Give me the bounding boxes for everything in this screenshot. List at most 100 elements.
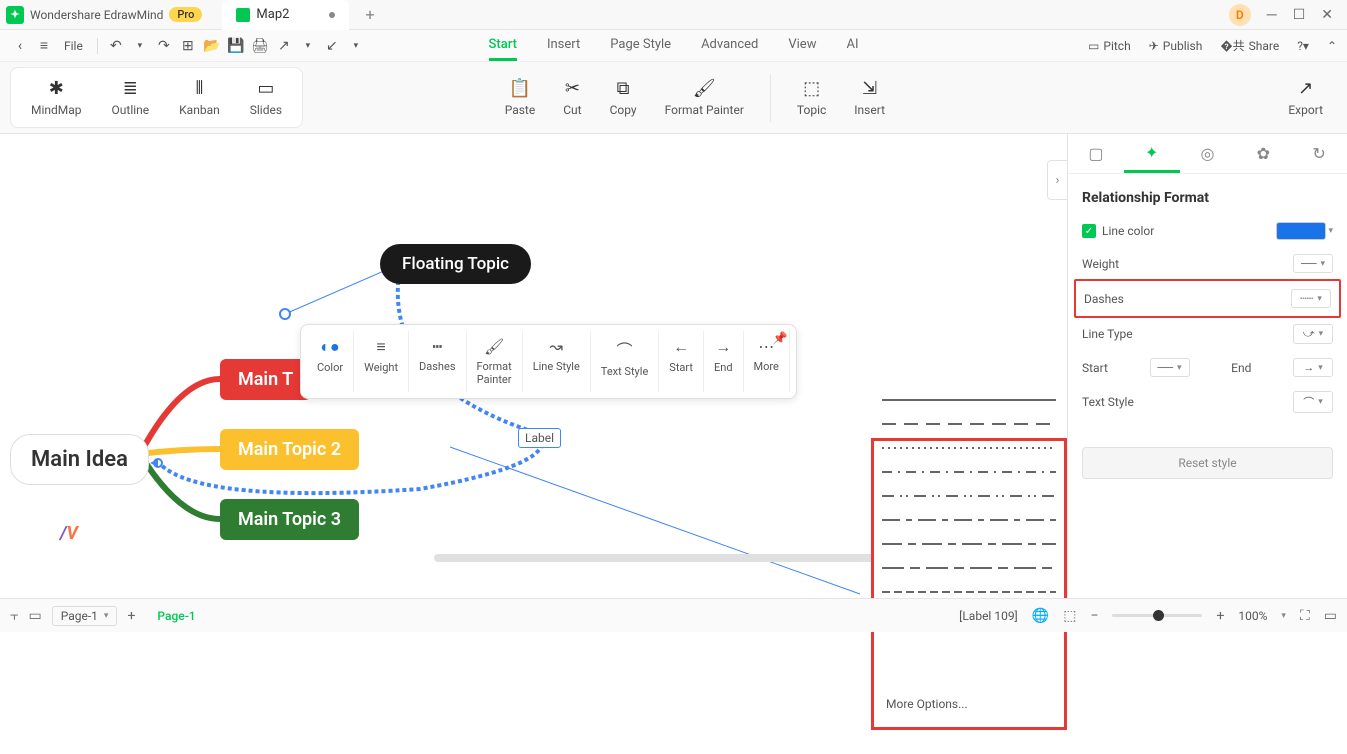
main-idea-node[interactable]: Main Idea	[10, 434, 149, 485]
share-button[interactable]: �共 Share	[1220, 37, 1279, 54]
line-color-swatch[interactable]	[1276, 222, 1326, 240]
tab-start[interactable]: Start	[489, 31, 517, 61]
dashes-dropdown[interactable]: ┄┄ ▾	[1291, 289, 1331, 308]
doc-title: Map2	[256, 7, 289, 22]
import-icon[interactable]: ↙	[322, 36, 342, 56]
maximize-button[interactable]: ☐	[1293, 7, 1306, 23]
line-type-dropdown[interactable]: ⤻ ▾	[1293, 324, 1333, 344]
page-selector[interactable]: Page-1 ▾	[52, 606, 118, 626]
ribbon: ✱MindMap ≣Outline ⫴Kanban ▭Slides 📋Paste…	[0, 62, 1347, 134]
ft-dashes-button[interactable]: ┅Dashes	[409, 331, 466, 392]
export-qa-icon[interactable]: ↗	[274, 36, 294, 56]
ft-line-style-button[interactable]: ↝Line Style	[523, 331, 591, 392]
tab-view[interactable]: View	[788, 31, 816, 61]
zoom-out-button[interactable]: −	[1090, 608, 1098, 624]
side-tab-history[interactable]: ↻	[1291, 134, 1347, 173]
outline-toggle-icon[interactable]: ⫟	[10, 608, 18, 624]
back-icon[interactable]: ‹	[10, 36, 30, 56]
tab-ai[interactable]: AI	[846, 31, 858, 61]
side-tab-icon[interactable]: ✿	[1235, 134, 1291, 173]
collapse-ribbon-icon[interactable]: ⌃	[1327, 39, 1337, 53]
text-style-dropdown[interactable]: ⌒ ▾	[1293, 391, 1333, 413]
kanban-icon: ⫴	[196, 78, 204, 99]
save-icon[interactable]: 💾	[226, 36, 246, 56]
zoom-in-button[interactable]: +	[1216, 608, 1224, 624]
brush-icon: 🖌	[484, 337, 504, 356]
topic-1-node[interactable]: Main T	[220, 359, 311, 400]
lang-icon[interactable]: 🌐	[1032, 608, 1049, 624]
context-toolbar: ◐●Color ≡Weight ┅Dashes 🖌FormatPainter ↝…	[300, 324, 797, 399]
ft-start-button[interactable]: ←Start	[659, 331, 704, 392]
panel-title: Relationship Format	[1082, 190, 1333, 206]
print-icon[interactable]: 🖨	[250, 36, 270, 56]
copy-button[interactable]: ⧉Copy	[596, 74, 651, 121]
redo-icon[interactable]: ↷	[154, 36, 174, 56]
panel-toggle-icon[interactable]: ▭	[28, 608, 41, 624]
fullscreen-icon[interactable]: ⛶	[1300, 608, 1310, 624]
ft-weight-button[interactable]: ≡Weight	[354, 331, 409, 392]
minimize-button[interactable]: ─	[1267, 6, 1277, 23]
cut-button[interactable]: ✂Cut	[549, 74, 595, 121]
insert-button[interactable]: ⇲Insert	[840, 74, 899, 121]
ft-format-painter-button[interactable]: 🖌FormatPainter	[467, 331, 523, 392]
menu-icon[interactable]: ≡	[34, 36, 54, 56]
file-menu[interactable]: File	[58, 39, 89, 53]
side-tab-format[interactable]: ▢	[1068, 134, 1124, 173]
pin-icon[interactable]: 📌	[773, 331, 788, 345]
line-color-row: ✓ Line color ▾	[1082, 222, 1333, 240]
user-avatar[interactable]: D	[1229, 4, 1251, 26]
color-dd-icon[interactable]: ▾	[1328, 226, 1333, 236]
fit-icon[interactable]: ⬚	[1063, 608, 1076, 624]
help-button[interactable]: ?▾	[1297, 39, 1309, 53]
undo-icon[interactable]: ↶	[106, 36, 126, 56]
tab-advanced[interactable]: Advanced	[701, 31, 758, 61]
zoom-slider[interactable]	[1112, 614, 1202, 617]
weight-dropdown[interactable]: ── ▾	[1293, 254, 1333, 273]
start-arrow-icon: ←	[673, 337, 689, 357]
undo-dd-icon[interactable]: ▾	[130, 36, 150, 56]
tab-page-style[interactable]: Page Style	[610, 31, 671, 61]
ft-text-style-button[interactable]: ⌒Text Style	[591, 331, 660, 392]
new-icon[interactable]: ⊞	[178, 36, 198, 56]
outline-view-button[interactable]: ≣Outline	[98, 74, 164, 121]
export-dd-icon[interactable]: ▾	[298, 36, 318, 56]
pitch-button[interactable]: ▭ Pitch	[1088, 39, 1131, 53]
topic-button[interactable]: ⬚Topic	[783, 74, 840, 121]
publish-button[interactable]: ✈ Publish	[1149, 39, 1203, 53]
topic-2-node[interactable]: Main Topic 2	[220, 429, 359, 470]
reset-style-button[interactable]: Reset style	[1082, 447, 1333, 479]
ft-color-button[interactable]: ◐●Color	[307, 331, 354, 392]
paste-button[interactable]: 📋Paste	[491, 74, 550, 121]
doc-icon	[236, 8, 250, 22]
slides-view-button[interactable]: ▭Slides	[236, 74, 296, 121]
end-dropdown[interactable]: → ▾	[1293, 358, 1333, 377]
open-icon[interactable]: 📂	[202, 36, 222, 56]
add-tab-button[interactable]: +	[365, 5, 374, 24]
titlebar: ✦ Wondershare EdrawMind Pro Map2 + D ─ ☐…	[0, 0, 1347, 30]
side-tab-style[interactable]: ✦	[1124, 134, 1180, 173]
export-button[interactable]: ↗Export	[1274, 74, 1337, 121]
ft-end-button[interactable]: →End	[704, 331, 744, 392]
zoom-dd-icon[interactable]: ▾	[1281, 611, 1286, 621]
import-dd-icon[interactable]: ▾	[346, 36, 366, 56]
floating-topic-node[interactable]: Floating Topic	[380, 244, 531, 284]
line-color-checkbox[interactable]: ✓	[1082, 224, 1096, 238]
add-page-button[interactable]: +	[127, 608, 135, 624]
dash-option-9[interactable]	[882, 667, 1056, 691]
line-color-label: Line color	[1102, 224, 1154, 238]
tab-insert[interactable]: Insert	[547, 31, 580, 61]
document-tab[interactable]: Map2	[222, 0, 349, 30]
kanban-view-button[interactable]: ⫴Kanban	[165, 74, 234, 121]
collapse-panel-button[interactable]: ›	[1047, 160, 1067, 200]
side-tab-marker[interactable]: ◎	[1180, 134, 1236, 173]
start-dropdown[interactable]: ── ▾	[1150, 358, 1190, 377]
mindmap-view-button[interactable]: ✱MindMap	[17, 74, 96, 121]
relationship-label[interactable]: Label	[518, 428, 561, 448]
close-button[interactable]: ✕	[1321, 7, 1333, 23]
format-painter-button[interactable]: 🖌Format Painter	[651, 74, 758, 121]
presentation-icon[interactable]: ▭	[1324, 608, 1337, 624]
page-tab[interactable]: Page-1	[157, 609, 195, 623]
line-type-label: Line Type	[1082, 327, 1133, 341]
topic-3-node[interactable]: Main Topic 3	[220, 499, 359, 540]
horizontal-scrollbar[interactable]	[434, 554, 914, 562]
